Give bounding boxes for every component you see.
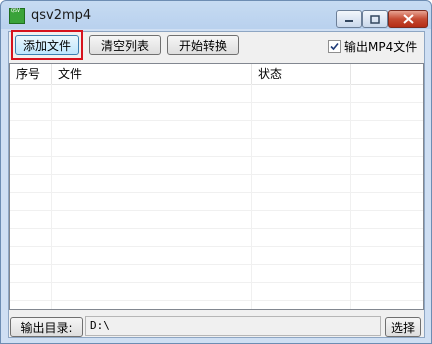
column-header-extra[interactable] — [351, 64, 423, 84]
grid-line — [10, 102, 423, 103]
grid-line — [251, 84, 252, 309]
grid-line — [350, 84, 351, 309]
checkmark-icon — [330, 42, 339, 51]
grid-line — [10, 210, 423, 211]
output-dir-button[interactable]: 输出目录: — [10, 317, 83, 337]
output-dir-field[interactable]: D:\ — [85, 316, 381, 336]
grid-line — [10, 228, 423, 229]
grid-line — [10, 264, 423, 265]
grid-line — [10, 282, 423, 283]
minimize-icon — [345, 20, 353, 22]
app-logo-icon: QSV — [9, 8, 25, 24]
output-mp4-checkbox[interactable] — [328, 40, 341, 53]
column-header-index[interactable]: 序号 — [10, 64, 52, 84]
grid-line — [10, 300, 423, 301]
app-window: QSV qsv2mp4 添加文件 清空列表 开始转换 输出MP4文件 序号 文件… — [0, 0, 432, 344]
clear-list-button[interactable]: 清空列表 — [89, 35, 161, 55]
close-icon — [402, 14, 414, 24]
start-convert-button[interactable]: 开始转换 — [167, 35, 239, 55]
app-icon-text: QSV — [11, 8, 21, 14]
grid-line — [10, 192, 423, 193]
grid-line — [10, 156, 423, 157]
grid-line — [10, 246, 423, 247]
column-header-status[interactable]: 状态 — [252, 64, 351, 84]
grid-line — [10, 174, 423, 175]
maximize-button[interactable] — [362, 10, 388, 28]
minimize-button[interactable] — [336, 10, 362, 28]
grid-line — [10, 120, 423, 121]
close-button[interactable] — [388, 10, 428, 28]
browse-button[interactable]: 选择 — [385, 317, 421, 337]
maximize-icon — [370, 14, 380, 24]
highlight-box — [11, 30, 83, 60]
output-mp4-label: 输出MP4文件 — [344, 40, 418, 54]
column-header-file[interactable]: 文件 — [52, 64, 252, 84]
grid-line — [10, 138, 423, 139]
output-mp4-checkbox-row[interactable]: 输出MP4文件 — [328, 38, 417, 55]
grid-line — [51, 84, 52, 309]
window-title: qsv2mp4 — [31, 8, 92, 23]
file-list[interactable]: 序号 文件 状态 — [9, 63, 424, 310]
title-bar: QSV qsv2mp4 — [1, 1, 431, 31]
list-header: 序号 文件 状态 — [10, 64, 423, 85]
